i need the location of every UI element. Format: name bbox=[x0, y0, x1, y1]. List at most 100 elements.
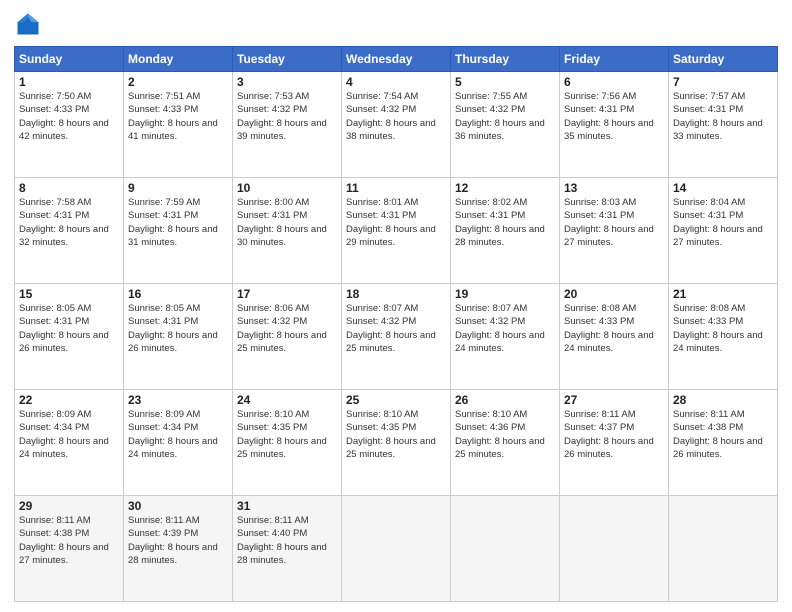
day-number: 3 bbox=[237, 75, 337, 89]
day-info: Sunrise: 8:11 AM Sunset: 4:38 PM Dayligh… bbox=[673, 408, 773, 461]
calendar-week-row: 22 Sunrise: 8:09 AM Sunset: 4:34 PM Dayl… bbox=[15, 390, 778, 496]
calendar-day-cell: 8 Sunrise: 7:58 AM Sunset: 4:31 PM Dayli… bbox=[15, 178, 124, 284]
day-info: Sunrise: 8:07 AM Sunset: 4:32 PM Dayligh… bbox=[455, 302, 555, 355]
day-info: Sunrise: 8:10 AM Sunset: 4:35 PM Dayligh… bbox=[346, 408, 446, 461]
day-number: 4 bbox=[346, 75, 446, 89]
day-number: 17 bbox=[237, 287, 337, 301]
calendar-day-cell: 27 Sunrise: 8:11 AM Sunset: 4:37 PM Dayl… bbox=[560, 390, 669, 496]
day-info: Sunrise: 7:54 AM Sunset: 4:32 PM Dayligh… bbox=[346, 90, 446, 143]
day-info: Sunrise: 8:11 AM Sunset: 4:38 PM Dayligh… bbox=[19, 514, 119, 567]
calendar-day-header: Monday bbox=[124, 47, 233, 72]
calendar-day-cell: 12 Sunrise: 8:02 AM Sunset: 4:31 PM Dayl… bbox=[451, 178, 560, 284]
day-number: 16 bbox=[128, 287, 228, 301]
day-number: 20 bbox=[564, 287, 664, 301]
page: SundayMondayTuesdayWednesdayThursdayFrid… bbox=[0, 0, 792, 612]
calendar-day-cell: 3 Sunrise: 7:53 AM Sunset: 4:32 PM Dayli… bbox=[233, 72, 342, 178]
calendar-day-cell: 17 Sunrise: 8:06 AM Sunset: 4:32 PM Dayl… bbox=[233, 284, 342, 390]
calendar-day-cell: 28 Sunrise: 8:11 AM Sunset: 4:38 PM Dayl… bbox=[669, 390, 778, 496]
day-number: 24 bbox=[237, 393, 337, 407]
day-info: Sunrise: 7:53 AM Sunset: 4:32 PM Dayligh… bbox=[237, 90, 337, 143]
day-info: Sunrise: 7:50 AM Sunset: 4:33 PM Dayligh… bbox=[19, 90, 119, 143]
day-info: Sunrise: 8:08 AM Sunset: 4:33 PM Dayligh… bbox=[564, 302, 664, 355]
day-info: Sunrise: 8:11 AM Sunset: 4:39 PM Dayligh… bbox=[128, 514, 228, 567]
calendar-day-cell bbox=[560, 496, 669, 602]
day-number: 10 bbox=[237, 181, 337, 195]
calendar-day-cell bbox=[669, 496, 778, 602]
calendar-day-cell: 1 Sunrise: 7:50 AM Sunset: 4:33 PM Dayli… bbox=[15, 72, 124, 178]
day-number: 8 bbox=[19, 181, 119, 195]
day-info: Sunrise: 8:11 AM Sunset: 4:37 PM Dayligh… bbox=[564, 408, 664, 461]
calendar-day-header: Thursday bbox=[451, 47, 560, 72]
calendar-day-header: Sunday bbox=[15, 47, 124, 72]
day-number: 31 bbox=[237, 499, 337, 513]
day-number: 26 bbox=[455, 393, 555, 407]
day-number: 9 bbox=[128, 181, 228, 195]
day-number: 23 bbox=[128, 393, 228, 407]
calendar-day-cell: 30 Sunrise: 8:11 AM Sunset: 4:39 PM Dayl… bbox=[124, 496, 233, 602]
calendar-day-cell: 6 Sunrise: 7:56 AM Sunset: 4:31 PM Dayli… bbox=[560, 72, 669, 178]
calendar-day-cell: 26 Sunrise: 8:10 AM Sunset: 4:36 PM Dayl… bbox=[451, 390, 560, 496]
calendar-week-row: 29 Sunrise: 8:11 AM Sunset: 4:38 PM Dayl… bbox=[15, 496, 778, 602]
day-info: Sunrise: 8:11 AM Sunset: 4:40 PM Dayligh… bbox=[237, 514, 337, 567]
day-number: 6 bbox=[564, 75, 664, 89]
calendar-day-cell: 4 Sunrise: 7:54 AM Sunset: 4:32 PM Dayli… bbox=[342, 72, 451, 178]
day-info: Sunrise: 8:06 AM Sunset: 4:32 PM Dayligh… bbox=[237, 302, 337, 355]
calendar-day-cell: 23 Sunrise: 8:09 AM Sunset: 4:34 PM Dayl… bbox=[124, 390, 233, 496]
calendar-day-cell: 9 Sunrise: 7:59 AM Sunset: 4:31 PM Dayli… bbox=[124, 178, 233, 284]
calendar-day-cell: 16 Sunrise: 8:05 AM Sunset: 4:31 PM Dayl… bbox=[124, 284, 233, 390]
day-info: Sunrise: 8:05 AM Sunset: 4:31 PM Dayligh… bbox=[19, 302, 119, 355]
day-info: Sunrise: 8:10 AM Sunset: 4:35 PM Dayligh… bbox=[237, 408, 337, 461]
day-info: Sunrise: 8:07 AM Sunset: 4:32 PM Dayligh… bbox=[346, 302, 446, 355]
day-number: 28 bbox=[673, 393, 773, 407]
calendar-day-cell: 25 Sunrise: 8:10 AM Sunset: 4:35 PM Dayl… bbox=[342, 390, 451, 496]
day-info: Sunrise: 8:03 AM Sunset: 4:31 PM Dayligh… bbox=[564, 196, 664, 249]
calendar-day-cell: 29 Sunrise: 8:11 AM Sunset: 4:38 PM Dayl… bbox=[15, 496, 124, 602]
day-number: 30 bbox=[128, 499, 228, 513]
day-number: 25 bbox=[346, 393, 446, 407]
day-info: Sunrise: 8:08 AM Sunset: 4:33 PM Dayligh… bbox=[673, 302, 773, 355]
day-number: 2 bbox=[128, 75, 228, 89]
calendar-day-cell: 2 Sunrise: 7:51 AM Sunset: 4:33 PM Dayli… bbox=[124, 72, 233, 178]
calendar-day-cell: 19 Sunrise: 8:07 AM Sunset: 4:32 PM Dayl… bbox=[451, 284, 560, 390]
calendar-week-row: 1 Sunrise: 7:50 AM Sunset: 4:33 PM Dayli… bbox=[15, 72, 778, 178]
calendar-day-cell bbox=[451, 496, 560, 602]
calendar-day-cell bbox=[342, 496, 451, 602]
day-info: Sunrise: 7:59 AM Sunset: 4:31 PM Dayligh… bbox=[128, 196, 228, 249]
calendar-week-row: 15 Sunrise: 8:05 AM Sunset: 4:31 PM Dayl… bbox=[15, 284, 778, 390]
day-info: Sunrise: 8:01 AM Sunset: 4:31 PM Dayligh… bbox=[346, 196, 446, 249]
calendar-day-cell: 21 Sunrise: 8:08 AM Sunset: 4:33 PM Dayl… bbox=[669, 284, 778, 390]
calendar-day-cell: 5 Sunrise: 7:55 AM Sunset: 4:32 PM Dayli… bbox=[451, 72, 560, 178]
day-number: 7 bbox=[673, 75, 773, 89]
day-info: Sunrise: 8:02 AM Sunset: 4:31 PM Dayligh… bbox=[455, 196, 555, 249]
calendar-day-header: Tuesday bbox=[233, 47, 342, 72]
calendar-day-header: Friday bbox=[560, 47, 669, 72]
day-number: 14 bbox=[673, 181, 773, 195]
day-number: 15 bbox=[19, 287, 119, 301]
day-number: 1 bbox=[19, 75, 119, 89]
day-info: Sunrise: 7:57 AM Sunset: 4:31 PM Dayligh… bbox=[673, 90, 773, 143]
day-number: 18 bbox=[346, 287, 446, 301]
calendar-week-row: 8 Sunrise: 7:58 AM Sunset: 4:31 PM Dayli… bbox=[15, 178, 778, 284]
day-number: 12 bbox=[455, 181, 555, 195]
calendar-header-row: SundayMondayTuesdayWednesdayThursdayFrid… bbox=[15, 47, 778, 72]
calendar-day-cell: 15 Sunrise: 8:05 AM Sunset: 4:31 PM Dayl… bbox=[15, 284, 124, 390]
day-info: Sunrise: 7:56 AM Sunset: 4:31 PM Dayligh… bbox=[564, 90, 664, 143]
calendar-day-cell: 14 Sunrise: 8:04 AM Sunset: 4:31 PM Dayl… bbox=[669, 178, 778, 284]
calendar-day-cell: 11 Sunrise: 8:01 AM Sunset: 4:31 PM Dayl… bbox=[342, 178, 451, 284]
logo bbox=[14, 10, 46, 38]
calendar-day-cell: 7 Sunrise: 7:57 AM Sunset: 4:31 PM Dayli… bbox=[669, 72, 778, 178]
day-number: 29 bbox=[19, 499, 119, 513]
day-info: Sunrise: 8:00 AM Sunset: 4:31 PM Dayligh… bbox=[237, 196, 337, 249]
day-number: 13 bbox=[564, 181, 664, 195]
calendar-day-cell: 18 Sunrise: 8:07 AM Sunset: 4:32 PM Dayl… bbox=[342, 284, 451, 390]
day-number: 11 bbox=[346, 181, 446, 195]
day-info: Sunrise: 8:10 AM Sunset: 4:36 PM Dayligh… bbox=[455, 408, 555, 461]
calendar-day-cell: 24 Sunrise: 8:10 AM Sunset: 4:35 PM Dayl… bbox=[233, 390, 342, 496]
day-number: 21 bbox=[673, 287, 773, 301]
day-info: Sunrise: 8:04 AM Sunset: 4:31 PM Dayligh… bbox=[673, 196, 773, 249]
header bbox=[14, 10, 778, 38]
calendar-day-cell: 10 Sunrise: 8:00 AM Sunset: 4:31 PM Dayl… bbox=[233, 178, 342, 284]
calendar-day-cell: 13 Sunrise: 8:03 AM Sunset: 4:31 PM Dayl… bbox=[560, 178, 669, 284]
day-info: Sunrise: 7:51 AM Sunset: 4:33 PM Dayligh… bbox=[128, 90, 228, 143]
day-info: Sunrise: 8:05 AM Sunset: 4:31 PM Dayligh… bbox=[128, 302, 228, 355]
